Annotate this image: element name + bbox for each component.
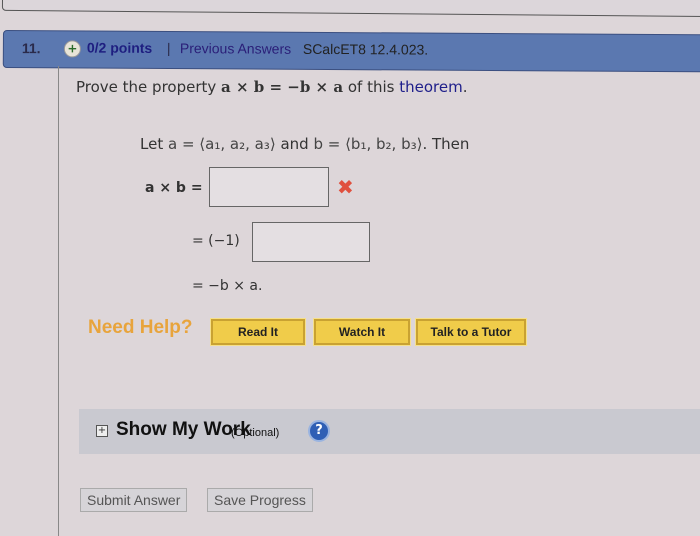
- b-definition: b = ⟨b₁, b₂, b₃⟩: [313, 135, 423, 153]
- question-number: 11.: [21, 40, 41, 57]
- previous-question-frame: [1, 0, 700, 18]
- need-help-label: Need Help?: [88, 317, 193, 338]
- submit-answer-button[interactable]: Submit Answer: [80, 488, 188, 512]
- step2-answer-input[interactable]: [252, 222, 370, 262]
- prompt-text: .: [462, 78, 468, 96]
- watch-it-button[interactable]: Watch It: [313, 318, 411, 346]
- plus-circle-icon[interactable]: +: [63, 40, 81, 58]
- separator: |: [166, 40, 171, 57]
- setup-line: Let a = ⟨a₁, a₂, a₃⟩ and b = ⟨b₁, b₂, b₃…: [140, 135, 469, 153]
- read-it-button[interactable]: Read It: [210, 318, 306, 346]
- setup-text: Let: [140, 135, 168, 153]
- points-label: 0/2 points: [86, 39, 153, 56]
- setup-text: and: [275, 135, 314, 153]
- step1-answer-input[interactable]: [209, 167, 329, 207]
- prompt-text: of this: [343, 78, 400, 96]
- prompt-formula: a × b = −b × a: [221, 78, 344, 96]
- step2-label: = (−1): [192, 233, 240, 249]
- save-progress-button[interactable]: Save Progress: [207, 488, 313, 512]
- optional-label: (Optional): [231, 427, 280, 439]
- question-prompt: Prove the property a × b = −b × a of thi…: [76, 78, 467, 96]
- step1-label: a × b =: [145, 180, 203, 196]
- x-icon: ✖: [337, 175, 354, 199]
- question-code: SCalcET8 12.4.023.: [302, 40, 429, 58]
- setup-text: . Then: [422, 135, 470, 153]
- previous-answers-link[interactable]: Previous Answers: [180, 40, 291, 57]
- show-my-work-panel: + Show My Work (Optional) ?: [79, 409, 700, 454]
- a-definition: a = ⟨a₁, a₂, a₃⟩: [167, 135, 276, 153]
- question-icon[interactable]: ?: [308, 420, 330, 442]
- content-divider: [58, 66, 59, 536]
- question-header: 11. + 0/2 points | Previous Answers SCal…: [2, 30, 700, 73]
- step3-label: = −b × a.: [192, 278, 263, 294]
- theorem-link[interactable]: theorem: [399, 78, 462, 96]
- plus-box-icon[interactable]: +: [96, 425, 108, 437]
- prompt-text: Prove the property: [76, 78, 222, 96]
- talk-to-tutor-button[interactable]: Talk to a Tutor: [415, 318, 527, 346]
